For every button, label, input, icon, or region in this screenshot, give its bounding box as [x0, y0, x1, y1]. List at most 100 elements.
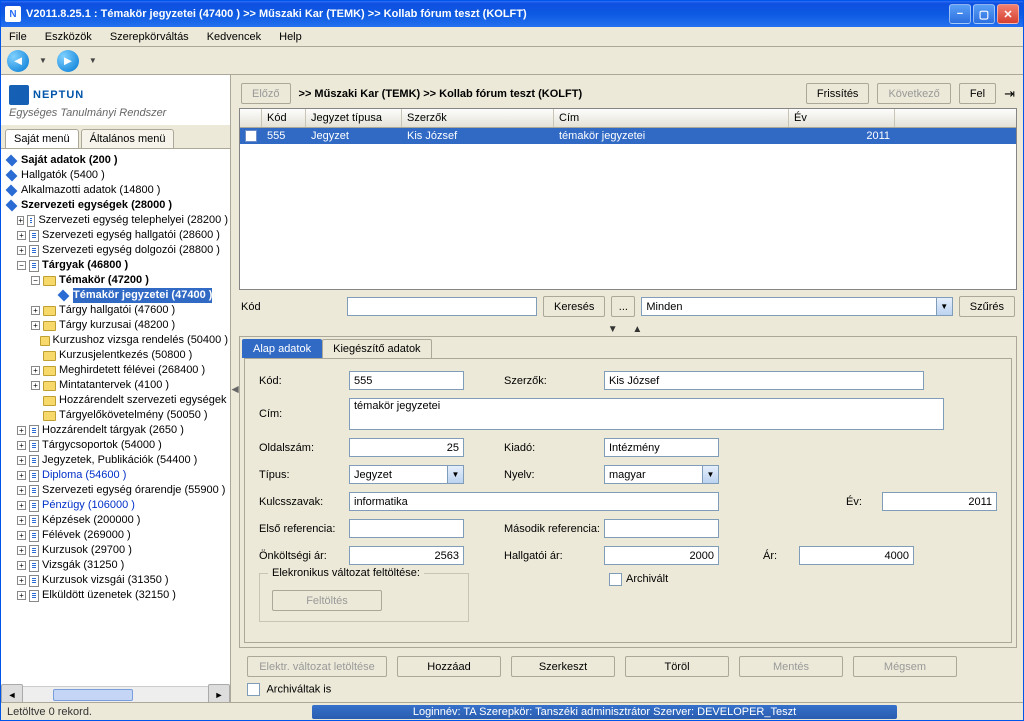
pin-icon[interactable]: ⇥ — [1004, 86, 1015, 102]
input-kiado[interactable] — [604, 438, 719, 457]
input-cim[interactable] — [349, 398, 944, 430]
input-kod[interactable] — [349, 371, 464, 390]
expand-icon[interactable]: + — [17, 546, 26, 555]
archivaltak-checkbox[interactable] — [247, 683, 260, 696]
expand-icon[interactable]: + — [17, 501, 26, 510]
input-onkoltsegi[interactable] — [349, 546, 464, 565]
col-tipus[interactable]: Jegyzet típusa — [306, 109, 402, 127]
data-grid[interactable]: Kód Jegyzet típusa Szerzők Cím Év 555 Je… — [239, 108, 1017, 290]
col-kod[interactable]: Kód — [262, 109, 306, 127]
input-ar[interactable] — [799, 546, 914, 565]
nav-forward-dropdown[interactable]: ▼ — [89, 56, 97, 65]
close-button[interactable]: ✕ — [997, 4, 1019, 24]
kereses-button[interactable]: Keresés — [543, 296, 605, 317]
szures-button[interactable]: Szűrés — [959, 296, 1015, 317]
input-oldalszam[interactable] — [349, 438, 464, 457]
expand-icon[interactable]: + — [31, 306, 40, 315]
expand-icon[interactable]: + — [31, 321, 40, 330]
select-nyelv[interactable] — [604, 465, 702, 484]
tree-item[interactable]: Elküldött üzenetek (32150 ) — [42, 588, 176, 603]
input-hallgatoi-ar[interactable] — [604, 546, 719, 565]
tree-item[interactable]: Kurzusjelentkezés (50800 ) — [59, 348, 192, 363]
tree[interactable]: Saját adatok (200 ) Hallgatók (5400 ) Al… — [1, 149, 230, 686]
fel-button[interactable]: Fel — [959, 83, 996, 104]
torol-button[interactable]: Töröl — [625, 656, 729, 677]
expand-icon[interactable]: + — [17, 426, 26, 435]
col-cim[interactable]: Cím — [554, 109, 789, 127]
expand-icon[interactable]: + — [17, 486, 26, 495]
tree-item[interactable]: Félévek (269000 ) — [42, 528, 131, 543]
expand-icon[interactable]: + — [31, 366, 40, 375]
col-ev[interactable]: Év — [789, 109, 895, 127]
megsem-button[interactable]: Mégsem — [853, 656, 957, 677]
nav-back-button[interactable]: ◄ — [7, 50, 29, 72]
tree-item[interactable]: Szervezeti egység hallgatói (28600 ) — [42, 228, 220, 243]
input-szerzok[interactable] — [604, 371, 924, 390]
scroll-left-icon[interactable]: ◄ — [1, 684, 23, 702]
input-ev[interactable] — [882, 492, 997, 511]
kovetkezo-button[interactable]: Következő — [877, 83, 950, 104]
tree-item[interactable]: Hozzárendelt szervezeti egységek — [59, 393, 227, 408]
nav-forward-button[interactable]: ► — [57, 50, 79, 72]
search-input[interactable] — [347, 297, 537, 316]
tree-temakor[interactable]: Témakör (47200 ) — [59, 273, 149, 288]
input-masodik-ref[interactable] — [604, 519, 719, 538]
maximize-button[interactable]: ▢ — [973, 4, 995, 24]
tree-item[interactable]: Tárgyelőkövetelmény (50050 ) — [59, 408, 208, 423]
tree-item[interactable]: Tárgy hallgatói (47600 ) — [59, 303, 175, 318]
expand-icon[interactable]: + — [17, 246, 26, 255]
menu-file[interactable]: File — [5, 29, 31, 45]
expand-icon[interactable]: + — [17, 471, 26, 480]
archivalt-checkbox[interactable] — [609, 573, 622, 586]
mentes-button[interactable]: Mentés — [739, 656, 843, 677]
tab-alap-adatok[interactable]: Alap adatok — [242, 339, 322, 358]
tree-item[interactable]: Mintatantervek (4100 ) — [59, 378, 169, 393]
expand-icon[interactable]: + — [17, 576, 26, 585]
expand-icon[interactable]: + — [17, 591, 26, 600]
expand-icon[interactable]: + — [17, 216, 24, 225]
tree-item[interactable]: Tárgy kurzusai (48200 ) — [59, 318, 175, 333]
tree-temakor-jegyzetei[interactable]: Témakör jegyzetei (47400 ) — [73, 288, 212, 303]
nav-back-dropdown[interactable]: ▼ — [39, 56, 47, 65]
expand-icon[interactable]: + — [17, 561, 26, 570]
tree-item[interactable]: Meghirdetett félévei (268400 ) — [59, 363, 205, 378]
tree-item[interactable]: Kurzusok vizsgái (31350 ) — [42, 573, 169, 588]
collapse-icon[interactable]: − — [17, 261, 26, 270]
dropdown-arrow-icon[interactable]: ▼ — [447, 465, 464, 484]
collapse-icon[interactable]: − — [31, 276, 40, 285]
tree-diploma[interactable]: Diploma (54600 ) — [42, 468, 126, 483]
tree-item[interactable]: Vizsgák (31250 ) — [42, 558, 124, 573]
tree-item[interactable]: Szervezeti egység órarendje (55900 ) — [42, 483, 225, 498]
search-more-button[interactable]: ... — [611, 296, 635, 317]
input-kulcsszavak[interactable] — [349, 492, 719, 511]
menu-eszkozok[interactable]: Eszközök — [41, 29, 96, 45]
tree-hscroll[interactable]: ◄ ► — [1, 686, 230, 702]
tree-penzugy[interactable]: Pénzügy (106000 ) — [42, 498, 135, 513]
expand-icon[interactable]: + — [17, 441, 26, 450]
expand-icon[interactable]: + — [17, 456, 26, 465]
menu-szerepkorvaltas[interactable]: Szerepkörváltás — [106, 29, 193, 45]
tree-item[interactable]: Tárgycsoportok (54000 ) — [42, 438, 162, 453]
dropdown-arrow-icon[interactable]: ▼ — [702, 465, 719, 484]
minimize-button[interactable]: − — [949, 4, 971, 24]
scroll-thumb[interactable] — [53, 689, 133, 701]
tree-item[interactable]: Szervezeti egység dolgozói (28800 ) — [42, 243, 220, 258]
dropdown-arrow-icon[interactable]: ▼ — [936, 297, 953, 316]
tree-item[interactable]: Szervezeti egység telephelyei (28200 ) — [38, 213, 228, 228]
feltoltes-button[interactable]: Feltöltés — [272, 590, 382, 611]
elozo-button[interactable]: Előző — [241, 83, 291, 104]
tree-item[interactable]: Jegyzetek, Publikációk (54400 ) — [42, 453, 197, 468]
input-elso-ref[interactable] — [349, 519, 464, 538]
tree-item[interactable]: Kurzushoz vizsga rendelés (50400 ) — [53, 333, 228, 348]
letoltes-button[interactable]: Elektr. változat letöltése — [247, 656, 387, 677]
menu-kedvencek[interactable]: Kedvencek — [203, 29, 265, 45]
tab-sajat-menu[interactable]: Saját menü — [5, 129, 79, 148]
tree-item[interactable]: Kurzusok (29700 ) — [42, 543, 132, 558]
splitter[interactable]: ◄ — [231, 75, 239, 702]
expand-icon[interactable]: + — [17, 531, 26, 540]
menu-help[interactable]: Help — [275, 29, 306, 45]
tab-kiegeszito[interactable]: Kiegészítő adatok — [322, 339, 431, 358]
expand-icon[interactable]: + — [17, 231, 26, 240]
tree-sajat-adatok[interactable]: Saját adatok (200 ) — [21, 153, 118, 168]
tree-targyak[interactable]: Tárgyak (46800 ) — [42, 258, 128, 273]
